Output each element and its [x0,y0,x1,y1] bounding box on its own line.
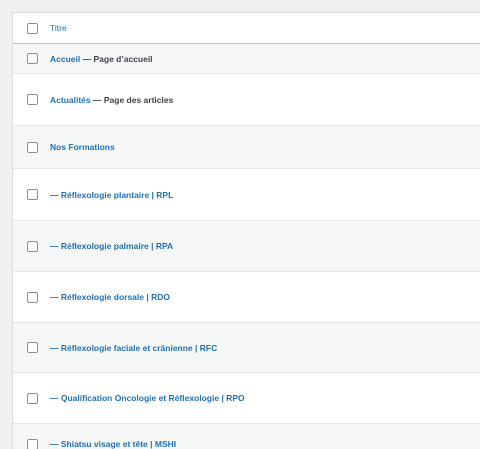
pages-list-table: Titre Accueil — Page d’accueil Actualité… [12,12,480,449]
table-row: Accueil — Page d’accueil [13,44,480,74]
page-title-link[interactable]: — Réflexologie plantaire | RPL [50,190,173,200]
row-checkbox[interactable] [27,292,38,303]
table-row: — Shiatsu visage et tête | MSHI [13,424,480,449]
title-column-header[interactable]: Titre [50,23,67,33]
page-title-link[interactable]: Nos Formations [50,142,115,152]
row-checkbox[interactable] [27,439,38,449]
page-title-link[interactable]: Accueil [50,54,80,64]
row-checkbox[interactable] [27,94,38,105]
page-title-link[interactable]: — Qualification Oncologie et Réflexologi… [50,393,245,403]
row-checkbox[interactable] [27,393,38,404]
table-row: — Réflexologie palmaire | RPA [13,221,480,272]
page-title-link[interactable]: — Réflexologie dorsale | RDO [50,292,170,302]
table-row: Nos Formations [13,126,480,169]
table-row: — Qualification Oncologie et Réflexologi… [13,373,480,424]
row-checkbox[interactable] [27,241,38,252]
row-checkbox[interactable] [27,53,38,64]
page-title-link[interactable]: Actualités [50,95,91,105]
table-row: — Réflexologie plantaire | RPL [13,169,480,221]
table-row: Actualités — Page des articles [13,74,480,126]
page-state-label: — Page d’accueil [80,54,152,64]
page-title-link[interactable]: — Réflexologie faciale et crânienne | RF… [50,343,217,353]
table-header-row: Titre [13,13,480,44]
table-row: — Réflexologie dorsale | RDO [13,272,480,323]
row-checkbox[interactable] [27,142,38,153]
select-all-checkbox[interactable] [27,23,38,34]
page-title-link[interactable]: — Réflexologie palmaire | RPA [50,241,173,251]
table-row: — Réflexologie faciale et crânienne | RF… [13,323,480,373]
row-checkbox[interactable] [27,342,38,353]
page-state-label: — Page des articles [91,95,174,105]
row-checkbox[interactable] [27,189,38,200]
